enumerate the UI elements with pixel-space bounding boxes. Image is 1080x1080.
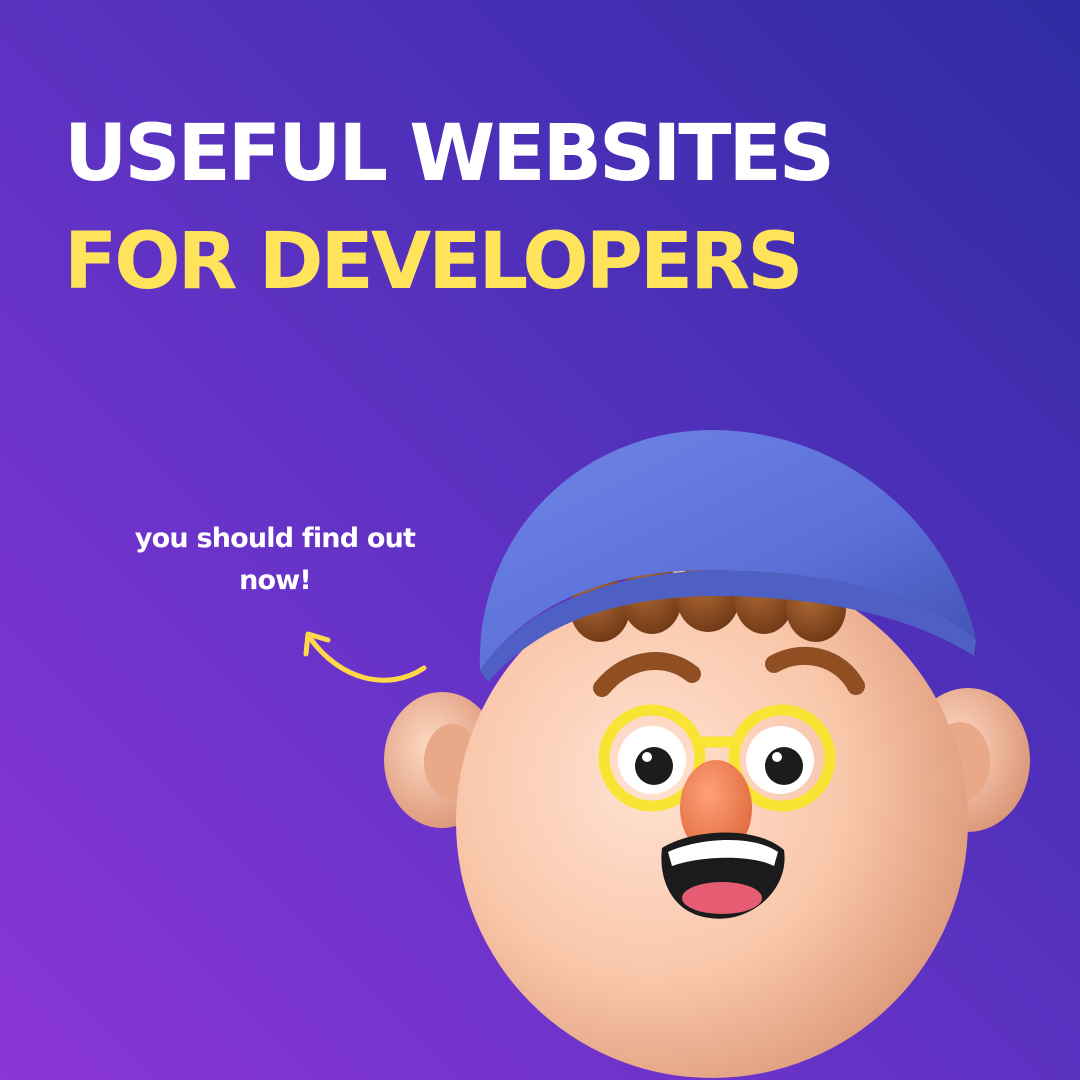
slide: USEFUL WEBSITES FOR DEVELOPERS you shoul…: [0, 0, 1080, 1080]
headline: USEFUL WEBSITES FOR DEVELOPERS: [64, 100, 835, 316]
headline-line-2: FOR DEVELOPERS: [64, 217, 803, 307]
headline-line-1: USEFUL WEBSITES: [64, 109, 835, 199]
cartoon-boy-illustration: [384, 430, 1030, 1078]
